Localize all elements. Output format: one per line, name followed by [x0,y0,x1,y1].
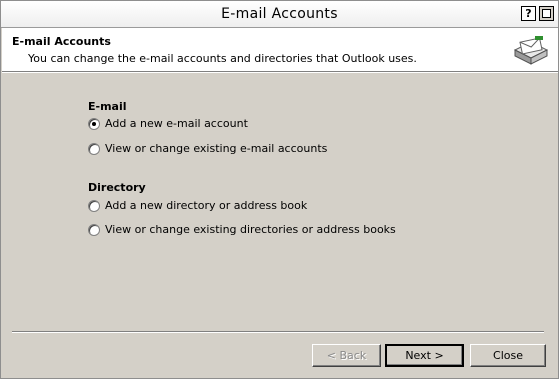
window-title: E-mail Accounts [221,6,338,22]
radio-button[interactable] [88,200,100,212]
dialog-header: E-mail Accounts You can change the e-mai… [2,28,558,71]
header-divider [2,71,558,73]
radio-label[interactable]: Add a new e-mail account [105,117,248,130]
header-subtitle: You can change the e-mail accounts and d… [28,52,417,65]
next-button[interactable]: Next > [385,344,464,367]
email-accounts-icon [513,34,549,69]
footer-divider [12,331,544,333]
radio-button[interactable] [88,143,100,155]
email-accounts-dialog: E-mail Accounts ? E-mail Accounts You ca… [0,0,559,379]
back-button[interactable]: < Back [312,344,381,367]
title-bar: E-mail Accounts ? [1,1,558,28]
header-title: E-mail Accounts [12,35,111,48]
radio-label[interactable]: Add a new directory or address book [105,199,307,212]
directory-group-label: Directory [88,181,146,194]
email-group-label: E-mail [88,100,127,113]
maximize-button[interactable] [539,6,554,21]
radio-button[interactable] [88,224,100,236]
radio-label[interactable]: View or change existing directories or a… [105,223,396,236]
radio-label[interactable]: View or change existing e-mail accounts [105,142,327,155]
help-button[interactable]: ? [521,6,536,21]
close-button[interactable]: Close [470,344,546,367]
radio-button[interactable] [88,118,100,130]
maximize-icon [542,9,551,18]
